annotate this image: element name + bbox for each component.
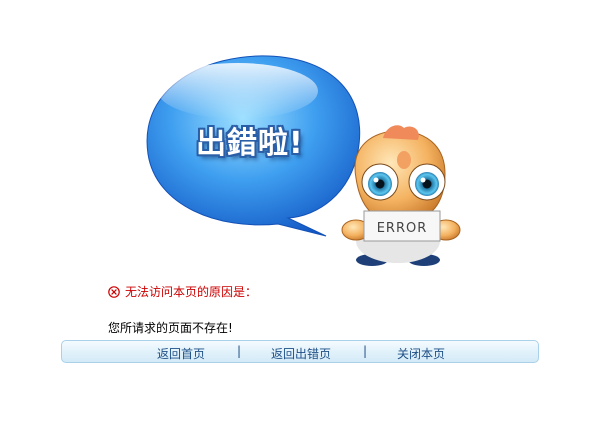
back-to-error-page-link[interactable]: 返回出错页 <box>271 345 331 362</box>
reason-line: 无法访问本页的原因是： <box>108 283 257 300</box>
mascot-character: ERROR <box>341 125 461 266</box>
home-link[interactable]: 返回首页 <box>157 345 205 362</box>
separator: | <box>363 344 368 358</box>
error-page: ERROR 出錯啦! 无法访问本页的原因是： 您所请求的页面不存在! 返回首页 … <box>0 0 591 443</box>
error-sign-text: ERROR <box>377 221 428 236</box>
error-x-icon <box>108 285 120 298</box>
reason-heading: 无法访问本页的原因是： <box>125 285 258 299</box>
action-bar: 返回首页 | 返回出错页 | 关闭本页 <box>61 340 539 363</box>
error-message: 您所请求的页面不存在! <box>108 321 233 335</box>
close-page-link[interactable]: 关闭本页 <box>397 345 445 362</box>
bubble-title: 出錯啦! <box>196 126 304 161</box>
separator: | <box>237 344 242 358</box>
